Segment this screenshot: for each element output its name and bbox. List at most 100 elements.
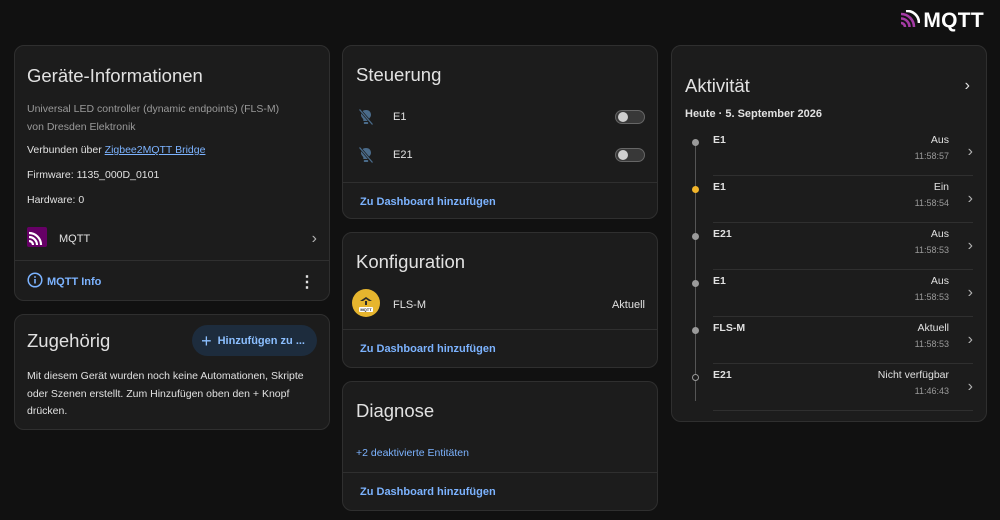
firmware-status: Aktuell [611,299,645,311]
firmware-info: Firmware: 1135_000D_0101 [27,169,160,181]
connected-via-link[interactable]: Zigbee2MQTT Bridge [105,144,206,156]
activity-card: Aktivität › Heute · 5. September 2026 E1… [671,45,987,422]
column-left: Geräte-Informationen Universal LED contr… [14,45,330,430]
activity-time: 11:58:54 [914,198,949,208]
controls-footer: Zu Dashboard hinzufügen [343,183,657,218]
activity-state: Aus [930,228,949,240]
activity-entry-body: E21 Nicht verfügbar 11:46:43 › [713,364,973,411]
activity-entity: FLS-M [713,322,746,334]
column-right: Aktivität › Heute · 5. September 2026 E1… [671,45,987,422]
entity-toggle[interactable] [615,148,645,162]
device-info-footer: MQTT Info ⋮ [15,261,329,300]
mqtt-logo-icon [900,9,921,33]
connected-via: Verbunden über Zigbee2MQTT Bridge [27,144,317,156]
timeline-dot-col [672,364,713,411]
svg-text:MQTT: MQTT [360,307,372,312]
diagnostics-footer: Zu Dashboard hinzufügen [343,473,657,510]
activity-entity: E21 [713,228,732,240]
activity-state-block: Ein 11:58:54 [915,176,949,222]
diagnostics-header: Diagnose [343,382,657,434]
timeline-dot [692,280,699,287]
activity-entry[interactable]: E1 Aus 11:58:57 › [672,129,986,176]
timeline-dot [692,186,699,193]
activity-entry[interactable]: FLS-M Aktuell 11:58:53 › [672,317,986,364]
toggle-knob [618,112,628,122]
activity-state-block: Aktuell 11:58:53 [915,317,949,363]
entity-name: E21 [393,149,413,161]
activity-entry[interactable]: E21 Aus 11:58:53 › [672,223,986,270]
entity-row-e21[interactable]: E21 [343,136,657,174]
timeline-dot [692,233,699,240]
activity-entry-body: FLS-M Aktuell 11:58:53 › [713,317,973,364]
activity-date: Heute · 5. September 2026 [685,108,822,120]
hardware-info: Hardware: 0 [27,194,85,206]
controls-card: Steuerung E1 E21 Zu Dashboard hinzufügen [342,45,658,219]
timeline-dot [692,374,699,381]
disabled-entities-link[interactable]: +2 deaktivierte Entitäten [343,434,657,472]
timeline-dot-col [672,317,713,364]
device-manufacturer: von Dresden Elektronik [27,120,136,133]
firmware-update-icon: MQTT [351,288,381,323]
chevron-right-icon: › [967,237,973,254]
related-card: Zugehörig + Hinzufügen zu ... Mit diesem… [14,314,330,430]
activity-state-block: Aus 11:58:53 [915,223,949,269]
configuration-header: Konfiguration [343,233,657,285]
entity-toggle[interactable] [615,110,645,124]
diagnostics-title: Diagnose [356,400,435,421]
configuration-card: Konfiguration MQTT FLS-M Aktuell Zu Dash… [342,232,658,368]
controls-title: Steuerung [356,64,442,85]
mqtt-info-button[interactable]: MQTT Info [47,276,297,288]
add-to-button[interactable]: + Hinzufügen zu ... [192,325,317,356]
plus-icon: + [201,330,212,351]
timeline-dot [692,327,699,334]
activity-time: 11:58:53 [914,245,949,255]
activity-entry[interactable]: E1 Ein 11:58:54 › [672,176,986,223]
lightbulb-off-icon [356,108,376,126]
integration-row-mqtt[interactable]: MQTT › [15,218,329,260]
integration-label: MQTT [59,233,91,245]
chevron-right-icon: › [967,190,973,207]
chevron-right-icon: › [311,230,317,247]
chevron-right-icon: › [967,331,973,348]
mqtt-logo-text: MQTT [923,9,984,32]
activity-entry[interactable]: E21 Nicht verfügbar 11:46:43 › [672,364,986,411]
add-to-dashboard-button[interactable]: Zu Dashboard hinzufügen [360,486,496,498]
entity-row-e1[interactable]: E1 [343,98,657,136]
controls-header: Steuerung [343,46,657,98]
add-to-dashboard-button[interactable]: Zu Dashboard hinzufügen [360,343,496,355]
chevron-right-icon: › [967,378,973,395]
diagnostics-card: Diagnose +2 deaktivierte Entitäten Zu Da… [342,381,658,511]
timeline-dot-col [672,176,713,223]
timeline-dot-col [672,270,713,317]
activity-entry-body: E1 Ein 11:58:54 › [713,176,973,223]
activity-entry[interactable]: E1 Aus 11:58:53 › [672,270,986,317]
activity-title: Aktivität [685,75,750,96]
device-model-block: Universal LED controller (dynamic endpoi… [27,101,317,136]
activity-state: Ein [933,181,949,193]
related-title: Zugehörig [27,329,111,351]
activity-entry-body: E21 Aus 11:58:53 › [713,223,973,270]
device-info-card: Geräte-Informationen Universal LED contr… [14,45,330,301]
activity-time: 11:58:57 [914,151,949,161]
activity-entity: E21 [713,369,732,381]
activity-header[interactable]: Aktivität › [672,46,986,104]
mqtt-brand-logo: MQTT [900,9,984,33]
chevron-right-icon: › [967,284,973,301]
device-model: Universal LED controller (dynamic endpoi… [27,103,280,115]
activity-timeline: E1 Aus 11:58:57 › E1 Ein 11:58:54 › E21 … [672,129,986,411]
firmware-update-row[interactable]: MQTT FLS-M Aktuell [343,285,657,325]
activity-state: Aus [930,134,949,146]
entity-name: E1 [393,111,407,123]
related-empty-text: Mit diesem Gerät wurden noch keine Autom… [27,370,304,417]
activity-time: 11:58:53 [914,292,949,302]
more-vertical-icon[interactable]: ⋮ [297,272,317,292]
add-to-dashboard-button[interactable]: Zu Dashboard hinzufügen [360,196,496,208]
chevron-right-icon[interactable]: › [965,78,970,94]
device-page: MQTT Geräte-Informationen Universal LED … [0,0,1000,520]
activity-state-block: Aus 11:58:53 [915,270,949,316]
mqtt-integration-icon [27,226,47,252]
activity-entry-body: E1 Aus 11:58:57 › [713,129,973,176]
activity-entity: E1 [713,134,726,146]
device-info-title: Geräte-Informationen [27,65,203,86]
timeline-dot-col [672,223,713,270]
